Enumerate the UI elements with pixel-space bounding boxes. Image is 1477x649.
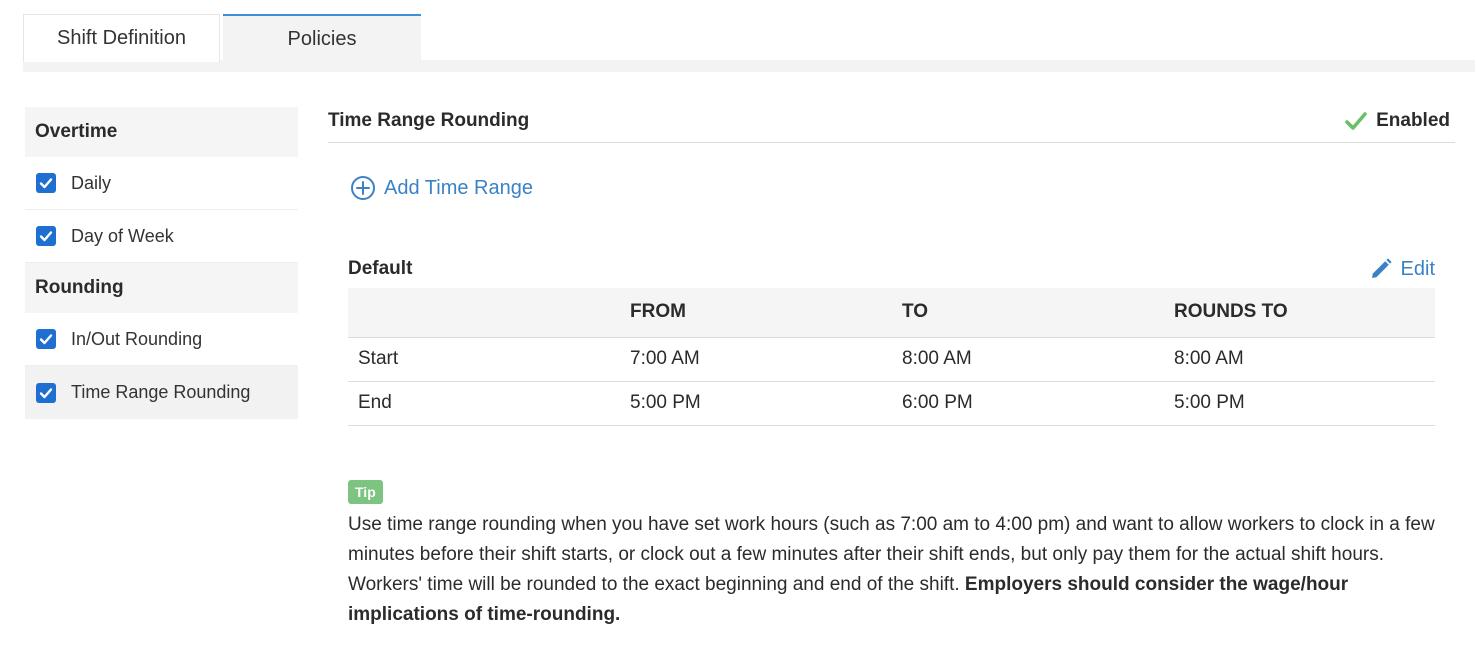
status-text: Enabled (1376, 110, 1450, 131)
add-time-range-label: Add Time Range (384, 176, 533, 199)
sidebar-item-daily[interactable]: Daily (25, 157, 298, 210)
from-cell: 7:00 AM (630, 337, 902, 382)
pencil-icon (1371, 258, 1392, 278)
sidebar-section-rounding: Rounding (25, 263, 298, 313)
status-badge: Enabled (1345, 110, 1450, 132)
column-header-label (348, 288, 630, 338)
tip-badge: Tip (348, 480, 383, 504)
policy-header: Time Range Rounding Enabled (328, 100, 1455, 143)
sidebar-item-day-of-week[interactable]: Day of Week (25, 210, 298, 263)
section-header: Default Edit (348, 250, 1435, 288)
tab-shift-definition[interactable]: Shift Definition (23, 14, 220, 62)
table-row: End 5:00 PM 6:00 PM 5:00 PM (348, 381, 1435, 426)
page-title: Time Range Rounding (328, 110, 530, 131)
rounds-to-cell: 5:00 PM (1174, 381, 1435, 426)
add-time-range-button[interactable]: Add Time Range (350, 175, 533, 201)
column-header-rounds-to: ROUNDS TO (1174, 288, 1435, 338)
table-row: Start 7:00 AM 8:00 AM 8:00 AM (348, 337, 1435, 382)
daily-checkbox[interactable] (36, 173, 56, 193)
checkmark-icon (1345, 112, 1367, 130)
in-out-rounding-checkbox[interactable] (36, 329, 56, 349)
rounding-table: FROM TO ROUNDS TO Start 7:00 AM 8:00 AM … (348, 288, 1435, 426)
row-label: End (348, 381, 630, 426)
time-range-rounding-checkbox[interactable] (36, 382, 56, 403)
edit-label: Edit (1400, 257, 1435, 280)
plus-circle-icon (351, 176, 375, 200)
to-cell: 8:00 AM (902, 337, 1174, 382)
from-cell: 5:00 PM (630, 381, 902, 426)
day-of-week-checkbox[interactable] (36, 226, 56, 246)
default-range-section: Default Edit FROM TO ROUNDS TO Start 7:0… (348, 250, 1435, 426)
sidebar-item-label: In/Out Rounding (71, 328, 203, 349)
section-title: Default (348, 258, 413, 279)
check-icon (39, 178, 53, 189)
sidebar-item-in-out-rounding[interactable]: In/Out Rounding (25, 313, 298, 366)
to-cell: 6:00 PM (902, 381, 1174, 426)
check-icon (39, 231, 53, 242)
sidebar-item-label: Daily (71, 172, 112, 193)
check-icon (39, 334, 53, 345)
check-icon (39, 387, 53, 398)
sidebar-section-overtime: Overtime (25, 107, 298, 157)
sidebar-item-label: Day of Week (71, 225, 174, 246)
tab-policies[interactable]: Policies (223, 14, 421, 62)
table-header-row: FROM TO ROUNDS TO (348, 288, 1435, 338)
edit-button[interactable]: Edit (1369, 257, 1435, 281)
sidebar-item-label: Time Range Rounding (71, 382, 251, 402)
rounds-to-cell: 8:00 AM (1174, 337, 1435, 382)
column-header-to: TO (902, 288, 1174, 338)
tip-text: Use time range rounding when you have se… (348, 510, 1448, 630)
policy-sidebar: Overtime Daily Day of Week Rounding In/O… (25, 107, 298, 419)
tab-bar: Shift Definition Policies (23, 14, 1475, 72)
column-header-from: FROM (630, 288, 902, 338)
row-label: Start (348, 337, 630, 382)
policy-detail: Time Range Rounding Enabled Add Time Ran… (328, 100, 1455, 426)
sidebar-item-time-range-rounding[interactable]: Time Range Rounding (25, 366, 298, 419)
